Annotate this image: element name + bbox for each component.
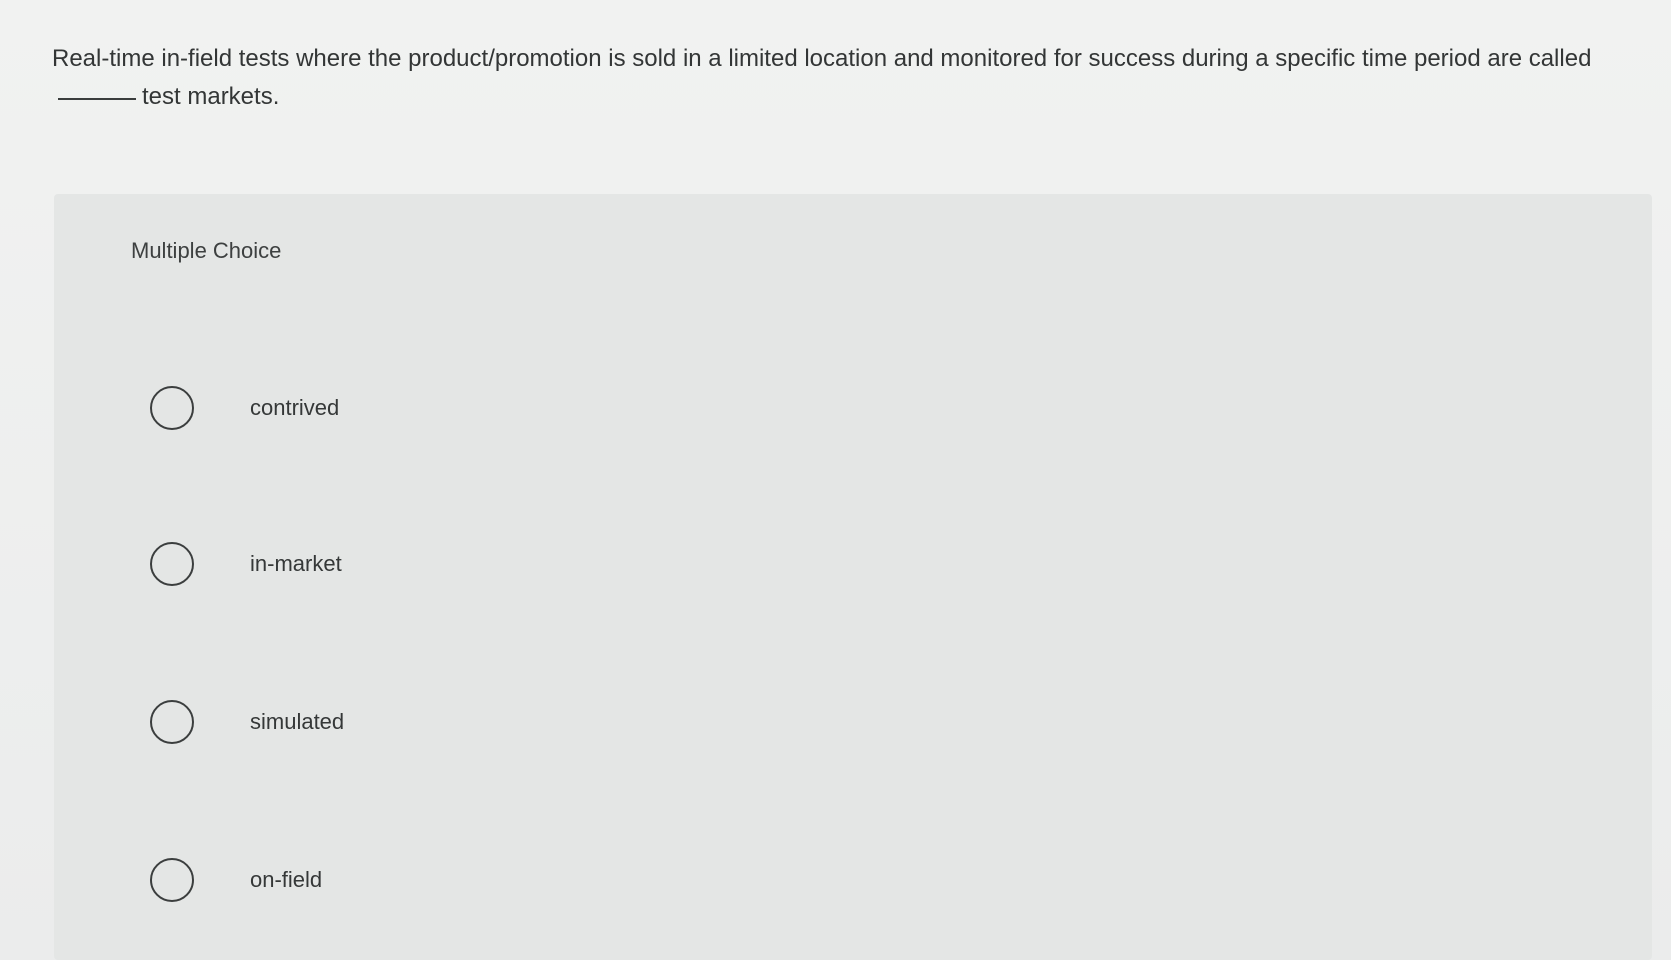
option-label: simulated <box>250 709 345 734</box>
radio-button-icon[interactable] <box>150 700 194 744</box>
option-label: on-field <box>250 867 323 892</box>
answer-blank <box>58 98 136 100</box>
question-text-before: Real-time in-field tests where the produ… <box>52 45 1592 72</box>
option-on-field[interactable]: on-field <box>150 855 322 905</box>
radio-button-icon[interactable] <box>150 542 194 586</box>
option-label: in-market <box>250 551 342 576</box>
option-contrived[interactable]: contrived <box>150 383 339 433</box>
multiple-choice-label: Multiple Choice <box>131 238 282 263</box>
radio-button-icon[interactable] <box>150 386 194 430</box>
radio-button-icon[interactable] <box>150 858 194 902</box>
option-in-market[interactable]: in-market <box>150 539 342 589</box>
option-label: contrived <box>250 395 340 420</box>
question-text-after: test markets. <box>142 83 280 110</box>
option-simulated[interactable]: simulated <box>150 697 344 747</box>
question-text: Real-time in-field tests where the produ… <box>52 40 1652 116</box>
